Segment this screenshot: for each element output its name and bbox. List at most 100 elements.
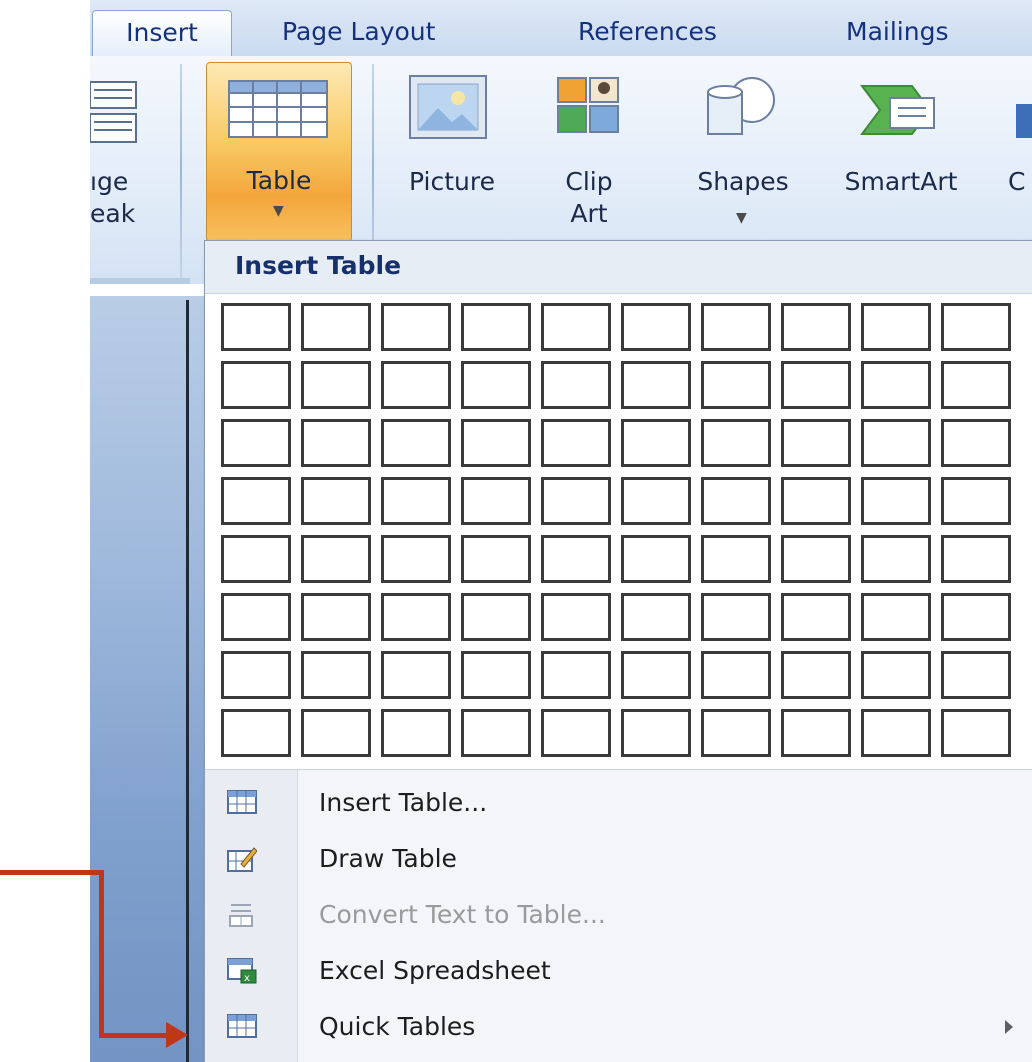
table-grid-cell[interactable] (861, 419, 931, 467)
table-grid-cell[interactable] (781, 535, 851, 583)
table-grid-cell[interactable] (301, 361, 371, 409)
table-grid-cell[interactable] (781, 651, 851, 699)
table-grid-cell[interactable] (301, 651, 371, 699)
table-grid-cell[interactable] (861, 709, 931, 757)
table-button[interactable]: Table ▼ (206, 62, 352, 242)
table-grid-cell[interactable] (621, 477, 691, 525)
table-grid-cell[interactable] (381, 709, 451, 757)
table-grid-cell[interactable] (941, 477, 1011, 525)
table-grid-cell[interactable] (381, 593, 451, 641)
table-grid-cell[interactable] (461, 709, 531, 757)
tab-page-layout[interactable]: Page Layout (282, 10, 435, 56)
table-grid-cell[interactable] (221, 303, 291, 351)
table-grid-cell[interactable] (941, 361, 1011, 409)
table-grid-cell[interactable] (701, 593, 771, 641)
table-grid-cell[interactable] (861, 535, 931, 583)
table-grid-cell[interactable] (941, 303, 1011, 351)
clip-art-icon (556, 76, 620, 140)
table-grid-cell[interactable] (221, 419, 291, 467)
table-grid-cell[interactable] (541, 419, 611, 467)
table-grid-cell[interactable] (381, 535, 451, 583)
table-grid-cell[interactable] (541, 303, 611, 351)
table-grid-cell[interactable] (621, 361, 691, 409)
table-grid-cell[interactable] (701, 709, 771, 757)
table-grid-cell[interactable] (381, 477, 451, 525)
table-grid-cell[interactable] (621, 535, 691, 583)
tab-insert[interactable]: Insert (92, 10, 232, 57)
table-grid-cell[interactable] (541, 651, 611, 699)
table-grid-cell[interactable] (861, 593, 931, 641)
menu-item-insert-table[interactable]: Insert Table... (205, 778, 1032, 834)
table-grid-cell[interactable] (381, 651, 451, 699)
table-grid-cell[interactable] (701, 477, 771, 525)
ribbon-tab-bar: Insert Page Layout References Mailings (90, 0, 1032, 57)
tab-mailings[interactable]: Mailings (846, 10, 948, 56)
shapes-label: Shapes (697, 167, 789, 196)
shapes-button[interactable]: Shapes (678, 166, 808, 198)
table-grid-cell[interactable] (781, 361, 851, 409)
table-grid-cell[interactable] (541, 593, 611, 641)
smartart-button[interactable]: SmartArt (826, 166, 976, 198)
page-break-button[interactable]: ıge eak (90, 166, 135, 230)
svg-text:x: x (244, 973, 250, 984)
menu-item-quick-tables[interactable]: Quick Tables (205, 1002, 1032, 1058)
table-grid-cell[interactable] (621, 709, 691, 757)
table-grid-cell[interactable] (461, 303, 531, 351)
table-grid-cell[interactable] (861, 303, 931, 351)
clip-art-button[interactable]: Clip Art (544, 166, 634, 230)
table-grid-cell[interactable] (461, 419, 531, 467)
table-grid-cell[interactable] (861, 361, 931, 409)
table-grid-cell[interactable] (381, 361, 451, 409)
table-grid-cell[interactable] (381, 303, 451, 351)
table-grid-cell[interactable] (301, 303, 371, 351)
table-grid-cell[interactable] (621, 651, 691, 699)
table-grid-cell[interactable] (861, 651, 931, 699)
table-grid-cell[interactable] (701, 651, 771, 699)
table-grid-cell[interactable] (221, 651, 291, 699)
clip-art-label-line1: Clip (565, 167, 613, 196)
table-grid-cell[interactable] (381, 419, 451, 467)
table-grid-cell[interactable] (221, 477, 291, 525)
table-grid-cell[interactable] (461, 361, 531, 409)
table-grid-cell[interactable] (461, 477, 531, 525)
table-grid-cell[interactable] (461, 651, 531, 699)
table-grid-cell[interactable] (941, 535, 1011, 583)
table-grid-cell[interactable] (221, 709, 291, 757)
menu-item-excel-spreadsheet[interactable]: x Excel Spreadsheet (205, 946, 1032, 1002)
table-grid-cell[interactable] (621, 593, 691, 641)
table-grid-cell[interactable] (941, 593, 1011, 641)
table-grid-cell[interactable] (941, 419, 1011, 467)
table-grid-cell[interactable] (621, 419, 691, 467)
table-grid-cell[interactable] (861, 477, 931, 525)
table-grid-cell[interactable] (541, 535, 611, 583)
table-grid-cell[interactable] (461, 593, 531, 641)
table-grid-cell[interactable] (301, 709, 371, 757)
table-grid-cell[interactable] (541, 709, 611, 757)
table-grid-cell[interactable] (941, 709, 1011, 757)
table-grid-cell[interactable] (701, 361, 771, 409)
table-grid-cell[interactable] (941, 651, 1011, 699)
table-grid-cell[interactable] (461, 535, 531, 583)
table-grid-cell[interactable] (221, 535, 291, 583)
table-grid-cell[interactable] (781, 303, 851, 351)
table-grid-cell[interactable] (701, 419, 771, 467)
table-grid-cell[interactable] (701, 535, 771, 583)
tab-references[interactable]: References (578, 10, 717, 56)
table-grid-cell[interactable] (301, 477, 371, 525)
table-grid-cell[interactable] (221, 361, 291, 409)
table-grid-cell[interactable] (781, 709, 851, 757)
table-grid-cell[interactable] (301, 535, 371, 583)
table-grid-cell[interactable] (781, 419, 851, 467)
table-grid-cell[interactable] (541, 361, 611, 409)
menu-item-draw-table[interactable]: Draw Table (205, 834, 1032, 890)
table-grid-cell[interactable] (301, 419, 371, 467)
table-grid-cell[interactable] (221, 593, 291, 641)
picture-button[interactable]: Picture (392, 166, 512, 198)
table-grid-cell[interactable] (541, 477, 611, 525)
table-grid-cell[interactable] (301, 593, 371, 641)
table-grid-cell[interactable] (781, 593, 851, 641)
table-grid-cell[interactable] (781, 477, 851, 525)
chart-button[interactable]: C (1008, 166, 1025, 198)
table-grid-cell[interactable] (701, 303, 771, 351)
table-grid-cell[interactable] (621, 303, 691, 351)
